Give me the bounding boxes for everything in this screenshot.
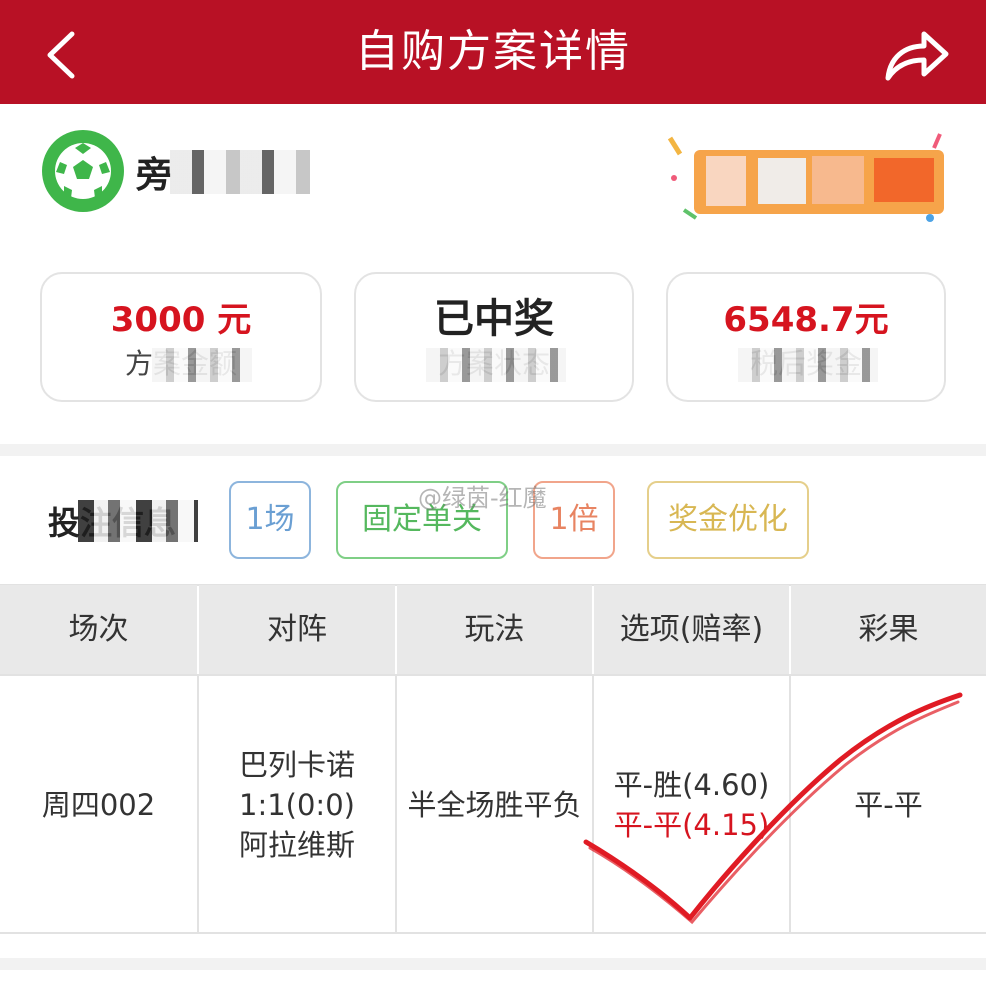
plan-amount-value: 3000 元: [110, 300, 252, 340]
page-title: 自购方案详情: [355, 26, 631, 77]
play-type: 半全场胜平负: [407, 788, 582, 822]
shop-name-mosaic: [170, 150, 310, 194]
soccer-ball-icon: [42, 130, 124, 212]
table-border: [0, 932, 986, 934]
label-mosaic: [152, 348, 252, 382]
tag-prize-optimization: 奖金优化: [647, 481, 809, 559]
tag-match-count: 1场: [229, 481, 311, 559]
prize-card: 6548.7元 税后奖金: [666, 272, 946, 402]
winning-badge-icon: [667, 133, 944, 222]
header-option-odds: 选项(赔率): [594, 585, 789, 674]
share-icon[interactable]: [882, 24, 952, 84]
away-team: 阿拉维斯: [238, 828, 355, 862]
home-team: 巴列卡诺: [238, 748, 355, 782]
watermark: @绿茵-红魔: [418, 484, 547, 512]
top-bar: 自购方案详情: [0, 0, 986, 104]
header-matchup: 对阵: [199, 585, 395, 674]
match-score: 1:1(0:0): [239, 788, 355, 822]
label-mosaic: [78, 500, 198, 542]
section-divider: [0, 444, 986, 456]
cell-result: 平-平: [791, 676, 986, 934]
header-match-no: 场次: [0, 585, 197, 674]
header-result: 彩果: [791, 585, 986, 674]
cell-matchup: 巴列卡诺 1:1(0:0) 阿拉维斯: [199, 676, 395, 934]
plan-status-card: 已中奖 方案状态: [354, 272, 634, 402]
section-divider: [0, 958, 986, 970]
cell-options: 平-胜(4.60) 平-平(4.15): [594, 676, 789, 934]
label-mosaic: [426, 348, 566, 382]
plan-amount-card: 3000 元 方案金额: [40, 272, 322, 402]
cell-play-type: 半全场胜平负: [397, 676, 592, 934]
option-1: 平-胜(4.60): [613, 768, 770, 802]
header-play-type: 玩法: [397, 585, 592, 674]
cell-match-no: 周四002: [0, 676, 197, 934]
result-value: 平-平: [854, 788, 923, 822]
prize-value: 6548.7元: [723, 300, 889, 340]
option-2-winning: 平-平(4.15): [613, 808, 770, 842]
plan-status-value: 已中奖: [434, 296, 554, 342]
label-mosaic: [738, 348, 878, 382]
match-number: 周四002: [41, 788, 156, 822]
